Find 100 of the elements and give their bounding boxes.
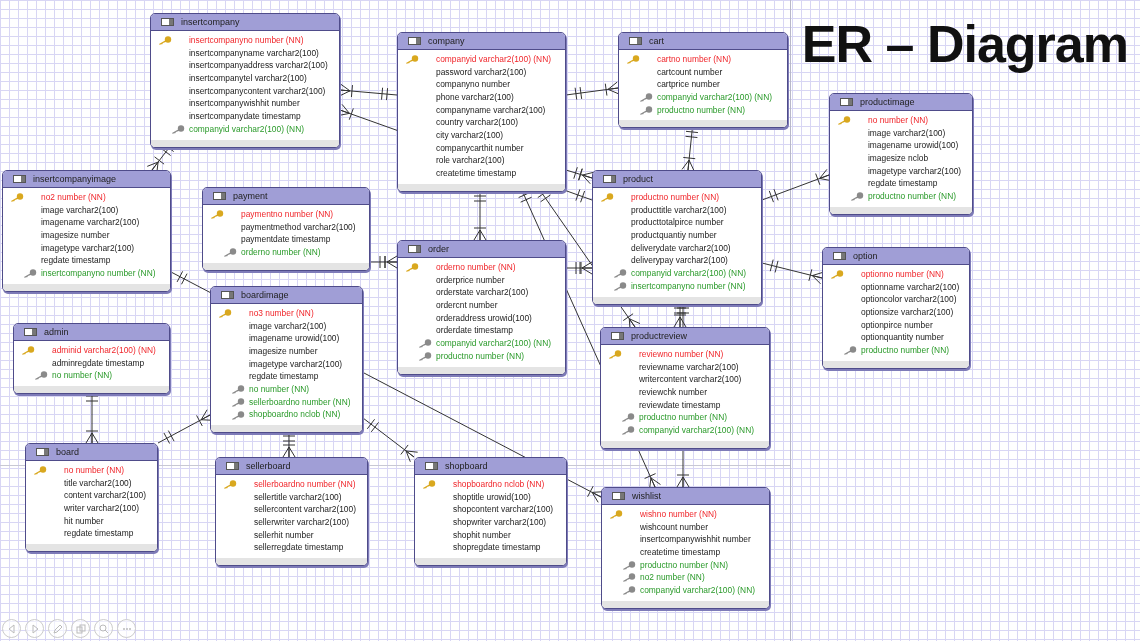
- copy-icon: [75, 623, 86, 634]
- column-text: sellerboardno number (NN): [254, 478, 356, 490]
- column-text: companyid varchar2(100) (NN): [640, 584, 755, 596]
- column-text: image varchar2(100): [249, 320, 327, 332]
- column-text: imagetype varchar2(100): [41, 242, 135, 254]
- column-text: regdate timestamp: [249, 371, 319, 383]
- relationship-line: [761, 168, 832, 203]
- entity-card[interactable]: payment paymentno number (NN) paymentmethod varchar2(100) paymentdate timestamp orderno number (NN): [202, 187, 370, 271]
- column-text: reviewname varchar2(100): [639, 361, 739, 373]
- column-text: country varchar2(100): [436, 117, 518, 129]
- entity-card[interactable]: [397, 32, 566, 192]
- column-text: writer varchar2(100): [64, 502, 139, 514]
- column-text: title varchar2(100): [64, 477, 132, 489]
- column-text: productno number (NN): [631, 191, 719, 203]
- table-name: cart: [649, 36, 664, 46]
- table-icon: [425, 462, 438, 470]
- column-text: no number (NN): [64, 464, 125, 476]
- column-text: imagename urowid(100): [868, 140, 959, 152]
- table-icon: [36, 448, 49, 456]
- column-text: imagesize number: [41, 229, 110, 241]
- previous-button[interactable]: [2, 619, 21, 638]
- column-text: companycarthit number: [436, 142, 524, 154]
- diagram-title: ER – Diagram: [801, 16, 1128, 74]
- column-text: orderno number (NN): [241, 246, 321, 258]
- table-icon: [833, 252, 846, 260]
- column-text: insertcompanyname varchar2(100): [189, 47, 319, 59]
- pen-button[interactable]: [48, 619, 67, 638]
- entity-card[interactable]: sellerboard sellerboardno number (NN) sellertitle varchar2(100) sellercontent varchar2(100) sellerwriter varchar2(100) sellerhit number sellerregdate timestamp: [215, 457, 368, 567]
- column-text: companyid varchar2(100) (NN): [436, 53, 551, 65]
- column-text: createtime timestamp: [640, 546, 721, 558]
- table-icon: [213, 192, 226, 200]
- column-text: image varchar2(100): [41, 204, 119, 216]
- entity-card[interactable]: cart cartno number (NN) cartcount number cartprice number companyid varchar2(100) (NN) productno number (NN): [618, 32, 788, 129]
- table-icon: [629, 37, 642, 45]
- table-icon: [611, 332, 624, 340]
- column-text: no number (NN): [868, 114, 929, 126]
- column-text: adminregdate timestamp: [52, 357, 145, 369]
- column-text: paymentno number (NN): [241, 208, 334, 220]
- search-button[interactable]: [94, 619, 113, 638]
- table-name: sellerboard: [246, 461, 291, 471]
- more-button[interactable]: [117, 619, 136, 638]
- column-text: cartcount number: [657, 66, 723, 78]
- relationship-line: [339, 83, 398, 101]
- column-text: ordercnt number: [436, 299, 498, 311]
- entity-card[interactable]: productimage no number (NN) image varchar2(100) imagename urowid(100) imagesize nclob imagetype varchar2(100) regdate timestamp productno number (NN): [829, 93, 973, 215]
- next-button[interactable]: [25, 619, 44, 638]
- column-text: companyid varchar2(100) (NN): [189, 123, 304, 135]
- right-triangle-icon: [29, 623, 40, 634]
- table-name: product: [623, 174, 654, 184]
- column-text: orderaddress urowid(100): [436, 312, 532, 324]
- column-text: producttitle varchar2(100): [631, 204, 727, 216]
- column-text: imagetype varchar2(100): [249, 358, 343, 370]
- column-text: companyid varchar2(100) (NN): [631, 267, 746, 279]
- column-text: reviewno number (NN): [639, 348, 724, 360]
- column-text: no2 number (NN): [41, 191, 106, 203]
- column-text: adminid varchar2(100) (NN): [52, 344, 156, 356]
- entity-card[interactable]: option optionno number (NN) optionname varchar2(100) optioncolor varchar2(100) optionsize varchar2(100) optionpirce number optionquantity number productno number (NN): [822, 247, 970, 369]
- column-text: wishno number (NN): [640, 508, 717, 520]
- entity-card[interactable]: boardimage no3 number (NN) image varchar2(100) imagename urowid(100) imagesize number imagetype varchar2(100) regdate timestamp no number (NN) sellerboardno number (NN) shopboardno nclob (NN): [210, 286, 363, 434]
- entity-card[interactable]: shopboard shopboardno nclob (NN) shoptitle urowid(100) shopcontent varchar2(100) shopwriter varchar2(100) shophit number shopregdate timestamp: [414, 457, 567, 567]
- entity-card[interactable]: [592, 170, 762, 305]
- entity-card[interactable]: insertcompanyimage no2 number (NN) image varchar2(100) imagename varchar2(100) imagesize number imagetype varchar2(100) regdate timestamp insertcompanyno number (NN): [2, 170, 171, 292]
- table-icon: [24, 328, 37, 336]
- column-text: orderno number (NN): [436, 261, 516, 273]
- table-icon: [840, 98, 853, 106]
- column-text: optionname varchar2(100): [861, 281, 960, 293]
- table-name: wishlist: [632, 491, 661, 501]
- column-text: imagesize nclob: [868, 152, 929, 164]
- column-text: imagename varchar2(100): [41, 217, 140, 229]
- column-text: imagename urowid(100): [249, 333, 340, 345]
- column-text: orderdate timestamp: [436, 325, 513, 337]
- entity-card[interactable]: board no number (NN) title varchar2(100) content varchar2(100) writer varchar2(100) hit number regdate timestamp: [25, 443, 158, 553]
- copy-button[interactable]: [71, 619, 90, 638]
- column-text: sellerboardno number (NN): [249, 396, 351, 408]
- column-text: paymentmethod varchar2(100): [241, 221, 356, 233]
- table-icon: [408, 37, 421, 45]
- entity-card[interactable]: [150, 13, 340, 148]
- column-text: shopboardno nclob (NN): [249, 409, 341, 421]
- table-name: productreview: [631, 331, 688, 341]
- column-text: insertcompanyno number (NN): [631, 280, 746, 292]
- column-text: content varchar2(100): [64, 490, 146, 502]
- entity-card[interactable]: productreview reviewno number (NN) reviewname varchar2(100) writercontent varchar2(100) reviewchk number reviewdate timestamp productno number (NN) companyid varchar2(100) (NN): [600, 327, 770, 449]
- column-text: cartno number (NN): [657, 53, 731, 65]
- entity-card[interactable]: wishlist wishno number (NN) wishcount number insertcompanywishhit number createtime timestamp productno number (NN) no2 number (NN) companyid varchar2(100) (NN): [601, 487, 770, 609]
- column-text: reviewchk number: [639, 386, 707, 398]
- column-text: orderstate varchar2(100): [436, 287, 529, 299]
- column-text: createtime timestamp: [436, 168, 517, 180]
- column-text: productno number (NN): [861, 344, 949, 356]
- column-text: productno number (NN): [657, 104, 745, 116]
- search-icon: [98, 623, 109, 634]
- entity-card[interactable]: admin adminid varchar2(100) (NN) adminregdate timestamp no number (NN): [13, 323, 170, 395]
- entity-card[interactable]: order orderno number (NN) orderprice number orderstate varchar2(100) ordercnt number orderaddress urowid(100) orderdate timestamp companyid varchar2(100) (NN) productno number (NN): [397, 240, 566, 375]
- column-text: regdate timestamp: [41, 255, 111, 267]
- column-text: insertcompanywishhit number: [189, 98, 300, 110]
- column-text: paymentdate timestamp: [241, 234, 331, 246]
- table-icon: [612, 492, 625, 500]
- column-text: optionsize varchar2(100): [861, 306, 954, 318]
- column-text: no number (NN): [52, 370, 113, 382]
- column-text: sellercontent varchar2(100): [254, 504, 356, 516]
- column-text: phone varchar2(100): [436, 91, 514, 103]
